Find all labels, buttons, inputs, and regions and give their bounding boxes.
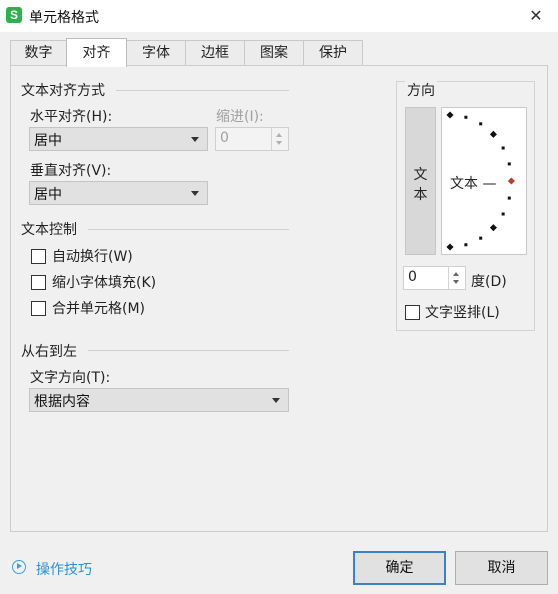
vertical-text-char: 本 bbox=[413, 187, 428, 203]
spin-up-icon bbox=[276, 133, 282, 137]
stacked-text-label: 文字竖排(L) bbox=[425, 305, 500, 321]
spin-down-icon[interactable] bbox=[453, 280, 459, 284]
orientation-tick bbox=[446, 243, 454, 251]
indent-value: 0 bbox=[220, 130, 229, 146]
vertical-text-button[interactable]: 文 本 bbox=[405, 107, 436, 255]
orientation-tick bbox=[479, 236, 483, 240]
vertical-align-label: 垂直对齐(V): bbox=[30, 163, 112, 179]
spin-down-icon bbox=[276, 141, 282, 145]
divider bbox=[88, 229, 289, 230]
stacked-text-checkbox[interactable] bbox=[405, 305, 420, 320]
dialog-title: 单元格格式 bbox=[29, 10, 99, 26]
tips-label: 操作技巧 bbox=[36, 562, 92, 578]
orientation-tick bbox=[507, 162, 511, 166]
ok-button[interactable]: 确定 bbox=[353, 551, 446, 585]
merge-cells-checkbox[interactable] bbox=[31, 301, 46, 316]
tab-number[interactable]: 数字 bbox=[10, 40, 67, 65]
chevron-down-icon bbox=[191, 191, 199, 196]
orientation-tick bbox=[479, 122, 483, 126]
orientation-marker bbox=[507, 177, 515, 185]
text-direction-value: 根据内容 bbox=[34, 394, 90, 410]
degrees-label: 度(D) bbox=[471, 274, 507, 290]
orientation-dial-text: 文本 — bbox=[450, 176, 497, 192]
tab-border[interactable]: 边框 bbox=[185, 40, 245, 65]
divider bbox=[116, 90, 289, 91]
indent-stepper: 0 bbox=[215, 127, 289, 151]
merge-cells-label: 合并单元格(M) bbox=[52, 301, 146, 317]
tab-patterns[interactable]: 图案 bbox=[244, 40, 304, 65]
shrink-to-fit-checkbox[interactable] bbox=[31, 275, 46, 290]
divider bbox=[88, 350, 289, 351]
horizontal-align-label: 水平对齐(H): bbox=[30, 109, 113, 125]
text-direction-select[interactable]: 根据内容 bbox=[29, 388, 289, 412]
orientation-tick bbox=[464, 243, 468, 247]
indent-label: 缩进(I): bbox=[216, 109, 264, 125]
shrink-to-fit-label: 缩小字体填充(K) bbox=[52, 275, 157, 291]
wrap-text-checkbox[interactable] bbox=[31, 249, 46, 264]
title-bar: S 单元格格式 ✕ bbox=[0, 0, 558, 32]
horizontal-align-select[interactable]: 居中 bbox=[29, 127, 208, 151]
spin-up-icon[interactable] bbox=[453, 272, 459, 276]
vertical-align-select[interactable]: 居中 bbox=[29, 181, 208, 205]
text-direction-label: 文字方向(T): bbox=[30, 370, 111, 386]
degrees-stepper[interactable]: 0 bbox=[403, 266, 466, 290]
orientation-title: 方向 bbox=[405, 80, 437, 100]
orientation-tick bbox=[489, 130, 497, 138]
vertical-align-value: 居中 bbox=[34, 187, 62, 203]
orientation-tick bbox=[501, 212, 505, 216]
tab-alignment[interactable]: 对齐 bbox=[66, 38, 127, 67]
orientation-tick bbox=[464, 115, 468, 119]
tab-font[interactable]: 字体 bbox=[126, 40, 186, 65]
horizontal-align-value: 居中 bbox=[34, 133, 62, 149]
chevron-down-icon bbox=[272, 398, 280, 403]
tab-protection[interactable]: 保护 bbox=[303, 40, 363, 65]
wrap-text-label: 自动换行(W) bbox=[52, 249, 133, 265]
orientation-dial[interactable]: 文本 — bbox=[441, 107, 527, 255]
alignment-section-title: 文本对齐方式 bbox=[21, 83, 105, 99]
rtl-section-title: 从右到左 bbox=[21, 344, 77, 360]
chevron-down-icon bbox=[191, 137, 199, 142]
vertical-text-char: 文 bbox=[413, 167, 428, 183]
play-circle-icon bbox=[12, 560, 26, 574]
degrees-value: 0 bbox=[408, 269, 417, 285]
cancel-button[interactable]: 取消 bbox=[455, 551, 548, 585]
close-icon[interactable]: ✕ bbox=[524, 4, 548, 28]
orientation-tick bbox=[489, 224, 497, 232]
wps-spreadsheet-icon: S bbox=[6, 7, 22, 23]
text-control-section-title: 文本控制 bbox=[21, 222, 77, 238]
orientation-tick bbox=[446, 111, 454, 119]
orientation-tick bbox=[507, 196, 511, 200]
orientation-tick bbox=[501, 146, 505, 150]
